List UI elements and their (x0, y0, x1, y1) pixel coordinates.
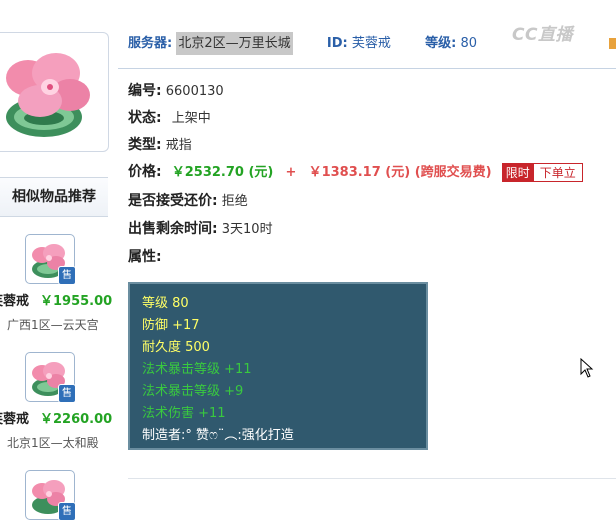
attr-spell-crit-2: 法术暴击等级 +9 (142, 384, 244, 399)
status-value: 上架中 (171, 111, 211, 126)
type-value: 戒指 (165, 138, 192, 153)
attr-durability: 耐久度 500 (142, 340, 210, 355)
watermark-logo: CC直播 (512, 25, 573, 45)
attr-level: 等级 80 (142, 296, 189, 311)
price-main: ￥2532.70 (元) (171, 165, 274, 180)
attributes-label: 属性: (128, 249, 162, 265)
similar-item-server: 广西1区—云天宫 (7, 318, 99, 332)
level-value: 80 (460, 36, 478, 51)
id-value: 芙蓉戒 (351, 36, 391, 51)
item-header: 服务器: 北京2区—万里长城 ID: 芙蓉戒 等级: 80 (128, 32, 477, 60)
sold-badge-icon: 售 (58, 266, 76, 285)
similar-item-thumbnail[interactable]: 售 (25, 470, 76, 521)
header-divider (118, 68, 616, 69)
left-column: 相似物品推荐 售 芙蓉戒 ￥1955.00 广西1区—云天宫 (0, 0, 113, 521)
server-value[interactable]: 北京2区—万里长城 (176, 32, 293, 55)
price-label: 价格: (128, 164, 162, 180)
attr-spell-crit-1: 法术暴击等级 +11 (142, 362, 252, 377)
attr-maker: 制造者:° 赞ෆ¨︵:强化打造 (142, 428, 294, 443)
similar-items-header: 相似物品推荐 (0, 177, 108, 217)
remaining-time-value: 3天10时 (221, 222, 273, 237)
jade-flower-ring-icon (6, 53, 90, 137)
status-label: 状态: (128, 110, 162, 126)
bargain-value: 拒绝 (221, 194, 248, 209)
server-label: 服务器: (128, 36, 173, 51)
attributes-panel: 等级 80 防御 +17 耐久度 500 法术暴击等级 +11 法术暴击等级 +… (128, 282, 428, 450)
number-value: 6600130 (165, 84, 224, 99)
attr-defense: 防御 +17 (142, 318, 200, 333)
bag-icon (609, 38, 616, 49)
price-fee: ￥1383.17 (元) (跨服交易费) (308, 165, 492, 180)
cursor-arrow-icon (580, 358, 594, 378)
similar-item-name[interactable]: 芙蓉戒 (0, 408, 29, 427)
bottom-divider (128, 478, 616, 479)
sold-badge-icon: 售 (58, 502, 76, 521)
item-image (0, 32, 109, 152)
similar-item-price: ￥1955.00 (40, 294, 113, 309)
level-label: 等级: (425, 36, 457, 51)
sold-badge-icon: 售 (58, 384, 76, 403)
remaining-time-label: 出售剩余时间: (128, 221, 218, 237)
number-label: 编号: (128, 83, 162, 99)
attr-spell-damage: 法术伤害 +11 (142, 406, 226, 421)
id-label: ID: (326, 36, 348, 51)
limited-time-badge: 限时 (501, 163, 534, 182)
similar-item-server: 北京1区—太和殿 (7, 436, 99, 450)
similar-item-thumbnail[interactable]: 售 (25, 234, 76, 285)
order-button[interactable]: 下单立 (532, 163, 583, 182)
bargain-label: 是否接受还价: (128, 193, 218, 209)
similar-item-thumbnail[interactable]: 售 (25, 352, 76, 403)
price-plus: + (285, 165, 297, 180)
similar-item-name[interactable]: 芙蓉戒 (0, 290, 29, 309)
similar-item-price: ￥2260.00 (40, 412, 113, 427)
type-label: 类型: (128, 137, 162, 153)
